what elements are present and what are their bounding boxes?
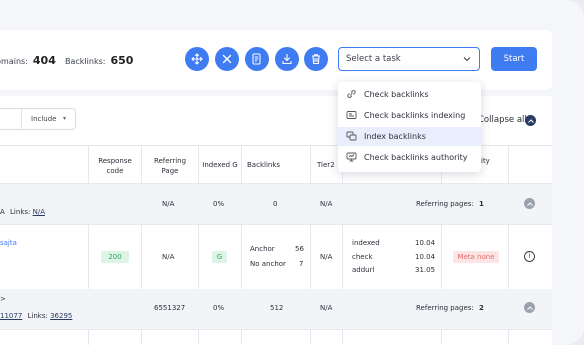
row-domain-fragment: A: [0, 208, 5, 216]
tier2-value: N/A: [320, 200, 333, 208]
chevron-up-icon: [526, 201, 533, 206]
menu-item-label: Check backlinks indexing: [364, 111, 466, 120]
include-caret-icon: ▾: [63, 115, 67, 122]
menu-item-check-backlinks[interactable]: Check backlinks: [338, 85, 481, 104]
close-icon: [222, 54, 232, 64]
task-select[interactable]: Select a task: [338, 47, 480, 71]
menu-item-label: Check backlinks: [364, 90, 429, 99]
chevron-up-icon: [527, 118, 534, 123]
move-button[interactable]: [185, 47, 209, 71]
chevron-up-icon: [526, 305, 533, 310]
filter-divider: [21, 109, 22, 129]
header-backlinks[interactable]: Backlinks: [247, 160, 287, 170]
row-border: [0, 329, 552, 330]
indexing-icon: [346, 111, 357, 119]
indexed-badge: G: [212, 251, 227, 263]
domains-stat: Domains: 404: [0, 54, 56, 67]
links-label: Links:: [10, 208, 31, 216]
menu-item-check-authority[interactable]: Check backlinks authority: [338, 148, 481, 167]
backlinks-value: 650: [110, 54, 134, 67]
meta-badge: Meta none: [453, 251, 499, 263]
referring-page-value: N/A: [162, 200, 175, 208]
referring-pages-summary: Referring pages: 1: [416, 200, 484, 208]
no-anchor-label: No anchor: [250, 260, 286, 268]
backlinks-value: 0: [273, 200, 278, 208]
collapse-all-link[interactable]: Collapse all: [478, 115, 527, 125]
no-anchor-count: 7: [299, 260, 304, 268]
info-icon[interactable]: i: [524, 251, 535, 262]
menu-item-label: Check backlinks authority: [364, 153, 468, 162]
chevron-down-icon: [463, 57, 471, 62]
download-button[interactable]: [275, 47, 299, 71]
backlinks-value: 512: [270, 304, 284, 312]
referring-pages-count: 1: [479, 200, 484, 208]
domains-label: Domains:: [0, 57, 28, 66]
menu-item-index-backlinks[interactable]: Index backlinks: [338, 127, 481, 146]
move-icon: [191, 53, 203, 65]
index-icon: [346, 131, 357, 141]
response-code-badge: 200: [101, 251, 129, 263]
backlinks-stat: Backlinks: 650: [65, 54, 133, 67]
tier2-value: N/A: [320, 304, 333, 312]
task-dropdown-menu: Check backlinks Check backlinks indexing…: [338, 82, 481, 172]
referring-pages-count: 2: [479, 304, 484, 312]
menu-item-check-indexing[interactable]: Check backlinks indexing: [338, 106, 481, 125]
close-button[interactable]: [215, 47, 239, 71]
row-domain: A Links: N/A: [0, 208, 45, 216]
header-indexed-g[interactable]: Indexed G: [199, 160, 241, 170]
links-label: Links:: [27, 312, 48, 320]
referring-pages-summary: Referring pages: 2: [416, 304, 484, 312]
stat-label: indexed: [352, 239, 380, 247]
row-border: [0, 224, 552, 225]
stat-label: check: [352, 253, 373, 261]
link-icon: [347, 90, 356, 98]
stat-value: 31.05: [415, 266, 436, 274]
links-value[interactable]: N/A: [33, 208, 45, 216]
table-row: > 11077 Links: 36295 6551327 0% 512 N/A …: [0, 289, 552, 329]
toolbar: Domains: 404 Backlinks: 650: [0, 30, 552, 90]
row-collapse-toggle[interactable]: [524, 302, 535, 313]
authority-icon: [346, 152, 357, 162]
header-response-code[interactable]: Response code: [93, 156, 137, 176]
collapse-all-icon[interactable]: [525, 115, 536, 126]
links-value[interactable]: 36295: [50, 312, 72, 320]
referring-page-value: 6551327: [154, 304, 186, 312]
menu-item-label: Index backlinks: [364, 132, 426, 141]
indexed-value: 0%: [213, 200, 225, 208]
referring-pages-label: Referring pages:: [416, 304, 474, 312]
include-dropdown-label: Include: [31, 115, 57, 123]
document-edit-icon: [252, 53, 261, 65]
indexed-value: 0%: [213, 304, 225, 312]
row-collapse-toggle[interactable]: [524, 198, 535, 209]
header-referring-page[interactable]: Referring Page: [145, 156, 195, 176]
stat-value: 10.04: [415, 239, 436, 247]
anchor-label: Anchor: [250, 245, 275, 253]
stat-label: addurl: [352, 266, 375, 274]
tier2-value: N/A: [320, 253, 333, 261]
app-card: Domains: 404 Backlinks: 650: [0, 0, 584, 345]
filter-field[interactable]: Include ▾: [0, 108, 76, 130]
row-domain-fragment: >: [0, 295, 6, 303]
table-row: A Links: N/A N/A 0% 0 N/A Referring page…: [0, 184, 552, 224]
domains-count-link[interactable]: 11077: [0, 312, 22, 320]
row-domain-stats: 11077 Links: 36295: [0, 312, 72, 320]
stat-value: 10.04: [415, 253, 436, 261]
domains-value: 404: [32, 54, 56, 67]
task-select-placeholder: Select a task: [346, 54, 401, 64]
delete-button[interactable]: [304, 47, 328, 71]
referring-page-value: N/A: [162, 253, 175, 261]
backlinks-label: Backlinks:: [65, 57, 106, 66]
edit-document-button[interactable]: [245, 47, 269, 71]
anchor-count: 56: [295, 245, 304, 253]
referring-pages-label: Referring pages:: [416, 200, 474, 208]
trash-icon: [312, 54, 320, 65]
download-icon: [282, 53, 292, 65]
start-button[interactable]: Start: [491, 47, 537, 71]
page-link[interactable]: sajta: [0, 239, 17, 247]
